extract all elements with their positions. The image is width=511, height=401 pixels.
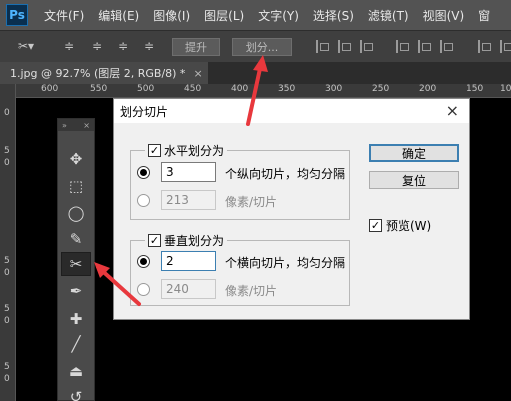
menu-image[interactable]: 图像(I) <box>153 7 190 24</box>
toolbox-header[interactable]: » × <box>58 119 94 131</box>
promote-button[interactable]: 提升 <box>172 38 220 56</box>
ruler-label: 150 <box>466 84 484 94</box>
horizontal-count-input[interactable]: 3 <box>161 162 216 182</box>
close-icon[interactable]: × <box>193 67 202 80</box>
vertical-pixel-radio[interactable] <box>137 283 150 296</box>
ruler-label: 350 <box>278 84 296 94</box>
auto-align-icon[interactable] <box>478 40 491 53</box>
preview-label: 预览(W) <box>386 219 432 233</box>
ruler-label: 5 <box>4 146 10 156</box>
horizontal-pixel-radio[interactable] <box>137 194 150 207</box>
ruler-vertical: 0 5 0 5 0 5 0 5 0 <box>0 84 16 401</box>
auto-distribute-icon[interactable] <box>500 40 511 53</box>
menu-bar: Ps 文件(F) 编辑(E) 图像(I) 图层(L) 文字(Y) 选择(S) 滤… <box>0 0 511 30</box>
horizontal-count-hint: 个纵向切片，均匀分隔 <box>225 167 346 181</box>
quick-select-icon[interactable]: ✎ <box>61 227 91 251</box>
lasso-icon[interactable]: ◯ <box>61 201 91 225</box>
ruler-label: 200 <box>419 84 437 94</box>
ruler-label: 450 <box>184 84 202 94</box>
horizontal-pixel-hint: 像素/切片 <box>225 195 278 209</box>
close-icon[interactable]: × <box>83 121 90 130</box>
ruler-label: 0 <box>4 158 10 168</box>
app-logo[interactable]: Ps <box>6 4 28 26</box>
menu-view[interactable]: 视图(V) <box>423 7 465 24</box>
dialog-title: 划分切片 <box>120 104 169 119</box>
horizontal-divide-legend: ✓ 水平划分为 <box>145 142 228 159</box>
horizontal-divide-checkbox[interactable]: ✓ <box>148 144 161 157</box>
ruler-label: 5 <box>4 362 10 372</box>
menu-edit[interactable]: 编辑(E) <box>98 7 139 24</box>
align-left-icon[interactable] <box>316 40 329 53</box>
vertical-divide-checkbox[interactable]: ✓ <box>148 234 161 247</box>
ruler-label: 600 <box>41 84 59 94</box>
menu-select[interactable]: 选择(S) <box>313 7 354 24</box>
dialog-title-bar[interactable]: 划分切片 × <box>114 99 469 123</box>
menu-type[interactable]: 文字(Y) <box>258 7 299 24</box>
vertical-count-input[interactable]: 2 <box>161 251 216 271</box>
align-top-edges-icon[interactable]: ≑ <box>64 39 74 53</box>
eyedropper-icon[interactable]: ✒ <box>61 279 91 303</box>
vertical-count-hint: 个横向切片，均匀分隔 <box>225 256 346 270</box>
horizontal-pixel-input[interactable]: 213 <box>161 190 216 210</box>
horizontal-divide-label: 水平划分为 <box>164 144 225 158</box>
align-bottom-edges-icon[interactable]: ≑ <box>118 39 128 53</box>
document-tab-title: 1.jpg @ 92.7% (图层 2, RGB/8) * <box>10 67 186 80</box>
ruler-label: 400 <box>231 84 249 94</box>
stamp-icon[interactable]: ⏏ <box>61 359 91 383</box>
menu-layer[interactable]: 图层(L) <box>204 7 244 24</box>
document-tab-bar: 1.jpg @ 92.7% (图层 2, RGB/8) * × <box>0 62 511 84</box>
vertical-pixel-hint: 像素/切片 <box>225 284 278 298</box>
move-icon[interactable]: ✥ <box>61 147 91 171</box>
ruler-label: 100 <box>500 84 511 94</box>
distribute-right-icon[interactable] <box>440 40 453 53</box>
healing-icon[interactable]: ✚ <box>61 307 91 331</box>
preview-option[interactable]: ✓ 预览(W) <box>369 217 431 234</box>
vertical-divide-label: 垂直划分为 <box>164 234 225 248</box>
ruler-label: 500 <box>137 84 155 94</box>
align-right-icon[interactable] <box>360 40 373 53</box>
ruler-label: 0 <box>4 374 10 384</box>
align-vertical-centers-icon[interactable]: ≑ <box>92 39 102 53</box>
slice-icon[interactable]: ✂ <box>61 252 91 276</box>
history-brush-icon[interactable]: ↺ <box>61 385 91 401</box>
menu-filter[interactable]: 滤镜(T) <box>368 7 409 24</box>
vertical-pixel-input[interactable]: 240 <box>161 279 216 299</box>
vertical-divide-group: ✓ 垂直划分为 2 个横向切片，均匀分隔 240 像素/切片 <box>130 232 350 306</box>
menu-file[interactable]: 文件(F) <box>44 7 84 24</box>
slice-tool-icon[interactable]: ✂▾ <box>18 39 34 53</box>
horizontal-count-radio[interactable] <box>137 166 150 179</box>
ruler-label: 5 <box>4 304 10 314</box>
ok-button[interactable]: 确定 <box>369 144 459 162</box>
options-bar: ✂▾ ≑ ≑ ≑ ≑ 提升 划分... <box>0 30 511 62</box>
preview-checkbox[interactable]: ✓ <box>369 219 382 232</box>
close-icon[interactable]: × <box>446 101 459 120</box>
distribute-icon[interactable]: ≑ <box>144 39 154 53</box>
align-hcenter-icon[interactable] <box>338 40 351 53</box>
ruler-label: 0 <box>4 108 10 118</box>
ruler-label: 0 <box>4 316 10 326</box>
horizontal-divide-group: ✓ 水平划分为 3 个纵向切片，均匀分隔 213 像素/切片 <box>130 142 350 220</box>
ruler-label: 5 <box>4 256 10 266</box>
vertical-count-radio[interactable] <box>137 255 150 268</box>
divide-slice-dialog: 划分切片 × ✓ 水平划分为 3 个纵向切片，均匀分隔 213 像素/切片 ✓ … <box>113 98 470 320</box>
document-tab[interactable]: 1.jpg @ 92.7% (图层 2, RGB/8) * × <box>0 62 208 84</box>
reset-button[interactable]: 复位 <box>369 171 459 189</box>
ruler-label: 250 <box>372 84 390 94</box>
brush-icon[interactable]: ╱ <box>61 332 91 356</box>
distribute-left-icon[interactable] <box>396 40 409 53</box>
ruler-horizontal: 600 550 500 450 400 350 300 250 200 150 … <box>16 84 511 98</box>
ruler-label: 0 <box>4 268 10 278</box>
ruler-label: 550 <box>90 84 108 94</box>
menu-window[interactable]: 窗 <box>478 7 490 24</box>
collapse-icon[interactable]: » <box>62 121 67 130</box>
vertical-divide-legend: ✓ 垂直划分为 <box>145 232 228 249</box>
marquee-icon[interactable]: ⬚ <box>61 174 91 198</box>
distribute-center-icon[interactable] <box>418 40 431 53</box>
toolbox: » × ✥ ⬚ ◯ ✎ ✂ ✒ ✚ ╱ ⏏ ↺ <box>57 118 95 401</box>
divide-button[interactable]: 划分... <box>232 38 292 56</box>
ruler-label: 300 <box>325 84 343 94</box>
